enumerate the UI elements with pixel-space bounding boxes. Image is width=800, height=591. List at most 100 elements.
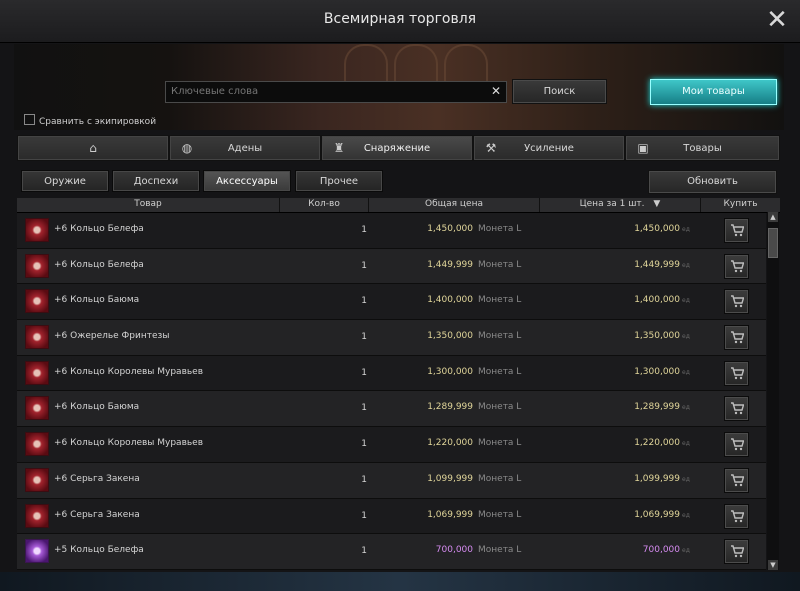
unit-price: 1,350,000	[634, 331, 680, 342]
unit-price: 1,300,000	[634, 366, 680, 377]
item-qty: 1	[361, 474, 367, 485]
total-price: 700,000	[435, 545, 473, 556]
search-input[interactable]	[166, 82, 481, 100]
tab-home[interactable]: ⌂	[17, 135, 169, 161]
currency-label: Монета L	[478, 295, 522, 306]
cart-icon	[731, 402, 744, 415]
buy-button[interactable]	[724, 396, 749, 422]
table-row[interactable]: +6 Кольцо Белефа 1 1,450,000 Монета L 1,450,…	[17, 213, 766, 249]
currency-label: Монета L	[478, 259, 522, 270]
compare-checkbox[interactable]: Сравнить с экипировкой	[24, 114, 156, 127]
search-button[interactable]: Поиск	[512, 79, 607, 104]
tab-adena[interactable]: ◍ Адены	[169, 135, 321, 161]
tab-enhancement[interactable]: ⚒ Усиление	[473, 135, 625, 161]
tab-equipment[interactable]: ♜ Снаряжение	[321, 135, 473, 161]
table-row[interactable]: +6 Серьга Закена 1 1,099,999 Монета L 1,099,…	[17, 462, 766, 499]
table-row[interactable]: +6 Кольцо Белефа 1 1,449,999 Монета L 1,449,…	[17, 248, 766, 285]
cart-icon	[731, 259, 744, 272]
subtab-other[interactable]: Прочее	[295, 170, 383, 192]
item-icon	[25, 253, 49, 278]
buy-button[interactable]	[724, 467, 749, 493]
search-field[interactable]: ✕	[165, 81, 507, 103]
my-goods-button[interactable]: Мои товары	[650, 79, 777, 105]
unit-price: 700,000	[642, 545, 680, 556]
unit-currency-label: ед	[682, 261, 690, 269]
cart-icon	[731, 331, 744, 344]
title-bar: Всемирная торговля ✕	[0, 0, 800, 43]
buy-button[interactable]	[724, 539, 749, 565]
item-icon	[25, 503, 49, 528]
buy-button[interactable]	[724, 360, 749, 386]
armor-icon: ♜	[333, 141, 345, 155]
unit-price: 1,400,000	[634, 295, 680, 306]
box-icon: ▣	[637, 141, 649, 155]
column-unit-price[interactable]: Цена за 1 шт. ▼	[540, 199, 700, 211]
item-name: +6 Кольцо Королевы Муравьев	[54, 438, 204, 449]
sort-desc-icon: ▼	[653, 199, 661, 209]
game-hotbar-strip	[0, 572, 800, 591]
tab-goods[interactable]: ▣ Товары	[625, 135, 780, 161]
table-row[interactable]: +6 Кольцо Королевы Муравьев 1 1,220,000 Мон…	[17, 427, 766, 463]
item-name: +6 Кольцо Белефа	[54, 259, 144, 270]
cart-icon	[731, 295, 744, 308]
table-row[interactable]: +6 Кольцо Королевы Муравьев 1 1,300,000 Мон…	[17, 355, 766, 392]
total-price: 1,069,999	[427, 509, 473, 520]
subtab-armor[interactable]: Доспехи	[112, 170, 200, 192]
total-price: 1,220,000	[427, 438, 473, 449]
total-price: 1,450,000	[427, 224, 473, 234]
currency-label: Монета L	[478, 331, 522, 342]
scroll-thumb[interactable]	[768, 228, 778, 258]
scrollbar[interactable]: ▲ ▼	[767, 212, 779, 570]
close-icon[interactable]: ✕	[764, 7, 790, 34]
item-name: +6 Кольцо Баюма	[54, 295, 140, 306]
buy-button[interactable]	[724, 289, 749, 315]
cart-icon	[731, 474, 744, 487]
clear-icon[interactable]: ✕	[491, 84, 501, 98]
cart-icon	[731, 438, 744, 451]
currency-label: Монета L	[478, 509, 522, 520]
unit-currency-label: ед	[682, 333, 690, 341]
anvil-icon: ⚒	[485, 141, 497, 155]
buy-button[interactable]	[724, 432, 749, 458]
item-icon	[25, 289, 49, 314]
money-bag-icon: ◍	[181, 141, 193, 155]
buy-button[interactable]	[724, 325, 749, 351]
category-tabs: ⌂ ◍ Адены ♜ Снаряжение ⚒ Усиление ▣ Това…	[17, 135, 780, 161]
table-row[interactable]: +5 Кольцо Белефа 1 700,000 Монета L 700,000 е…	[17, 534, 766, 570]
unit-price: 1,069,999	[634, 509, 680, 520]
item-name: +5 Кольцо Белефа	[54, 545, 144, 556]
home-icon: ⌂	[89, 141, 97, 155]
buy-button[interactable]	[724, 218, 749, 243]
column-buy: Купить	[723, 199, 758, 209]
total-price: 1,289,999	[427, 402, 473, 413]
item-qty: 1	[361, 332, 367, 343]
table-row[interactable]: +6 Кольцо Баюма 1 1,400,000 Монета L 1,400,0…	[17, 284, 766, 321]
subtab-weapons[interactable]: Оружие	[21, 170, 109, 192]
unit-currency-label: ед	[682, 368, 690, 376]
scroll-up-icon[interactable]: ▲	[768, 212, 778, 222]
buy-button[interactable]	[724, 503, 749, 529]
table-row[interactable]: +6 Кольцо Баюма 1 1,289,999 Монета L 1,289,9…	[17, 391, 766, 428]
table-row[interactable]: +6 Ожерелье Фринтезы 1 1,350,000 Монета L 1,…	[17, 320, 766, 356]
subtab-accessories[interactable]: Аксессуары	[203, 170, 291, 192]
column-item[interactable]: Товар	[17, 199, 279, 211]
refresh-button[interactable]: Обновить	[648, 170, 777, 194]
unit-currency-label: ед	[682, 297, 690, 305]
total-price: 1,449,999	[427, 259, 473, 270]
buy-button[interactable]	[724, 253, 749, 279]
item-qty: 1	[361, 546, 367, 557]
currency-label: Монета L	[478, 224, 522, 234]
item-name: +6 Серьга Закена	[54, 509, 140, 520]
currency-label: Монета L	[478, 545, 522, 556]
item-qty: 1	[361, 296, 367, 307]
cart-icon	[731, 224, 744, 237]
checkbox-icon[interactable]	[24, 114, 35, 125]
item-name: +6 Кольцо Королевы Муравьев	[54, 366, 204, 377]
unit-price: 1,449,999	[634, 259, 680, 270]
unit-price: 1,450,000	[634, 224, 680, 234]
item-icon	[25, 432, 49, 457]
table-row[interactable]: +6 Серьга Закена 1 1,069,999 Монета L 1,069,…	[17, 498, 766, 535]
scroll-down-icon[interactable]: ▼	[768, 560, 778, 570]
column-qty[interactable]: Кол-во	[280, 199, 368, 211]
column-total-price[interactable]: Общая цена	[369, 199, 539, 211]
